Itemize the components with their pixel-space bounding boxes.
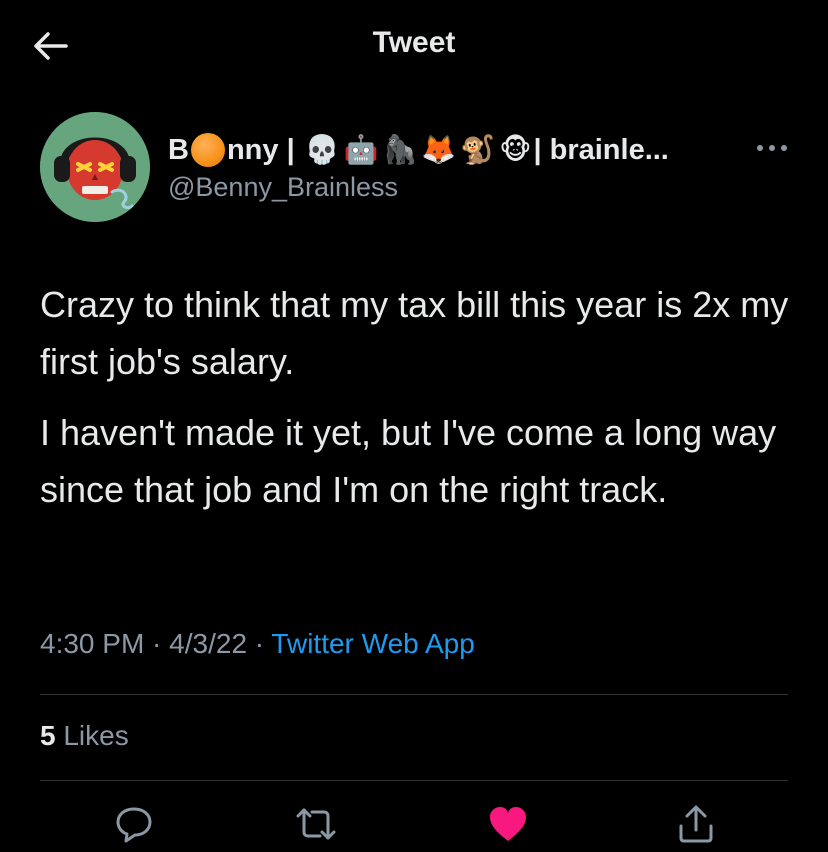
tweet-meta: 4:30 PM · 4/3/22 · Twitter Web App (40, 628, 475, 660)
more-options-button[interactable] (752, 138, 792, 158)
like-button[interactable] (486, 802, 530, 846)
tweet-text: Crazy to think that my tax bill this yea… (40, 276, 800, 532)
page-title: Tweet (372, 26, 456, 59)
likes-count[interactable]: 5 Likes (40, 720, 129, 752)
more-horizontal-icon (757, 145, 787, 151)
fox-icon: 🦊 (421, 134, 457, 165)
avatar-image (40, 112, 150, 222)
robot-icon: 🤖 (343, 134, 379, 165)
tweet-date[interactable]: 4/3/22 (169, 628, 247, 659)
reply-icon (116, 807, 152, 843)
reply-button[interactable] (112, 802, 156, 846)
name-prefix: B (168, 133, 189, 166)
retweet-button[interactable] (294, 802, 338, 846)
likes-number: 5 (40, 720, 56, 751)
gorilla-icon: 🦍 (382, 134, 418, 165)
tweet-paragraph: I haven't made it yet, but I've come a l… (40, 412, 777, 510)
author-display-name[interactable]: B nny | 💀 🤖 🦍 🦊 🐒 🐵 | brainle... (168, 128, 669, 172)
share-button[interactable] (674, 802, 718, 846)
author-handle[interactable]: @Benny_Brainless (168, 172, 398, 203)
meta-separator: · (247, 628, 272, 659)
divider (40, 694, 788, 695)
monkey-icon: 🐒 (460, 134, 496, 165)
divider (40, 780, 788, 781)
name-suffix: | brainle... (533, 133, 669, 166)
name-middle: nny | (226, 133, 295, 166)
orange-circle-icon (190, 133, 225, 167)
heart-icon (490, 807, 526, 841)
monkey-face-icon: 🐵 (499, 134, 532, 165)
avatar[interactable] (40, 112, 150, 222)
retweet-icon (296, 808, 336, 840)
likes-label: Likes (55, 720, 129, 751)
tweet-source-link[interactable]: Twitter Web App (271, 628, 474, 659)
tweet-time[interactable]: 4:30 PM (40, 628, 144, 659)
meta-separator: · (144, 628, 170, 659)
tweet-paragraph: Crazy to think that my tax bill this yea… (40, 284, 789, 382)
skull-icon: 💀 (304, 134, 340, 165)
top-bar: Tweet (0, 0, 828, 90)
share-icon (679, 805, 713, 843)
